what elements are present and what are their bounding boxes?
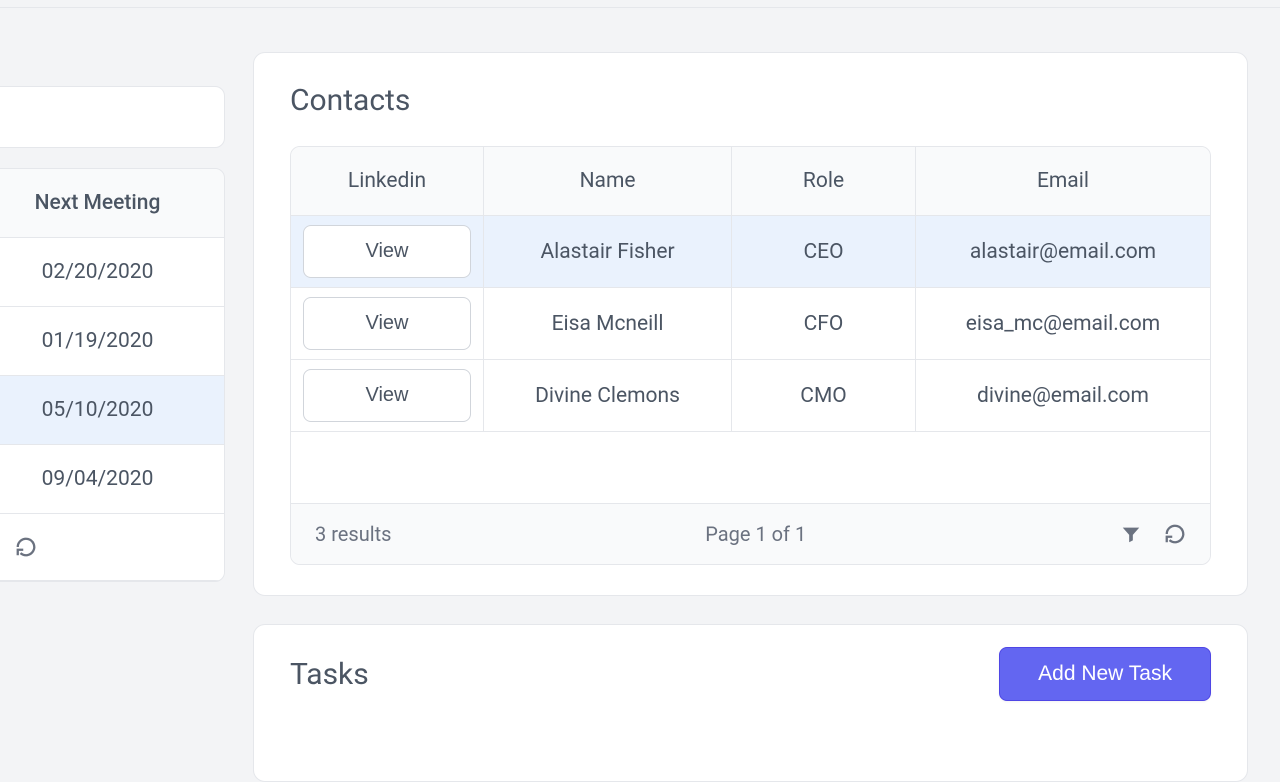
meetings-row[interactable]: 05/10/2020 — [0, 376, 224, 445]
contacts-header-email[interactable]: Email — [916, 147, 1210, 216]
tasks-card: Tasks Add New Task — [253, 624, 1248, 782]
meetings-body: 02/20/202001/19/202005/10/202009/04/2020 — [0, 238, 224, 514]
contact-role: CFO — [732, 288, 916, 360]
contacts-results-count: 3 results — [315, 522, 391, 546]
add-new-task-button[interactable]: Add New Task — [999, 647, 1211, 701]
view-linkedin-button[interactable]: View — [303, 297, 471, 350]
refresh-icon[interactable] — [1164, 523, 1186, 545]
contact-linkedin-cell: View — [291, 288, 484, 360]
meeting-date: 01/19/2020 — [0, 307, 224, 376]
contact-role: CMO — [732, 360, 916, 432]
refresh-icon[interactable] — [15, 536, 37, 558]
meetings-table: Next Meeting 02/20/202001/19/202005/10/2… — [0, 168, 225, 582]
meetings-row[interactable]: 09/04/2020 — [0, 445, 224, 514]
contact-linkedin-cell: View — [291, 216, 484, 288]
contact-name: Alastair Fisher — [484, 216, 732, 288]
left-panel: Next Meeting 02/20/202001/19/202005/10/2… — [0, 8, 225, 720]
contact-email: alastair@email.com — [916, 216, 1210, 288]
meeting-date: 05/10/2020 — [0, 376, 224, 445]
meetings-row[interactable]: 01/19/2020 — [0, 307, 224, 376]
main-container: Next Meeting 02/20/202001/19/202005/10/2… — [0, 8, 1280, 720]
meetings-row[interactable]: 02/20/2020 — [0, 238, 224, 307]
view-linkedin-button[interactable]: View — [303, 225, 471, 278]
contacts-title: Contacts — [290, 83, 1211, 118]
contacts-table: Linkedin Name Role Email ViewAlastair Fi… — [290, 146, 1211, 565]
contact-email: divine@email.com — [916, 360, 1210, 432]
contacts-header-name[interactable]: Name — [484, 147, 732, 216]
contacts-row[interactable]: ViewEisa McneillCFOeisa_mc@email.com — [291, 288, 1210, 360]
filter-icon[interactable] — [1120, 523, 1142, 545]
view-linkedin-button[interactable]: View — [303, 369, 471, 422]
contacts-card: Contacts Linkedin Name Role Email ViewAl… — [253, 52, 1248, 596]
contacts-footer: 3 results Page 1 of 1 — [315, 522, 1186, 546]
contact-name: Eisa Mcneill — [484, 288, 732, 360]
tasks-title: Tasks — [290, 657, 369, 692]
meeting-date: 09/04/2020 — [0, 445, 224, 514]
contacts-empty-row — [291, 432, 1210, 504]
contacts-row[interactable]: ViewDivine ClemonsCMOdivine@email.com — [291, 360, 1210, 432]
meeting-date: 02/20/2020 — [0, 238, 224, 307]
contacts-row[interactable]: ViewAlastair FisherCEOalastair@email.com — [291, 216, 1210, 288]
contact-name: Divine Clemons — [484, 360, 732, 432]
window-chrome — [0, 0, 1280, 8]
contacts-page-indicator: Page 1 of 1 — [705, 522, 806, 546]
contact-linkedin-cell: View — [291, 360, 484, 432]
meetings-header-next-meeting[interactable]: Next Meeting — [0, 169, 224, 238]
search-input[interactable] — [0, 86, 225, 148]
contacts-header-linkedin[interactable]: Linkedin — [291, 147, 484, 216]
contacts-body: ViewAlastair FisherCEOalastair@email.com… — [291, 216, 1210, 432]
contacts-header-role[interactable]: Role — [732, 147, 916, 216]
right-panel: Contacts Linkedin Name Role Email ViewAl… — [253, 8, 1280, 720]
contact-email: eisa_mc@email.com — [916, 288, 1210, 360]
meetings-footer — [0, 514, 224, 581]
contact-role: CEO — [732, 216, 916, 288]
